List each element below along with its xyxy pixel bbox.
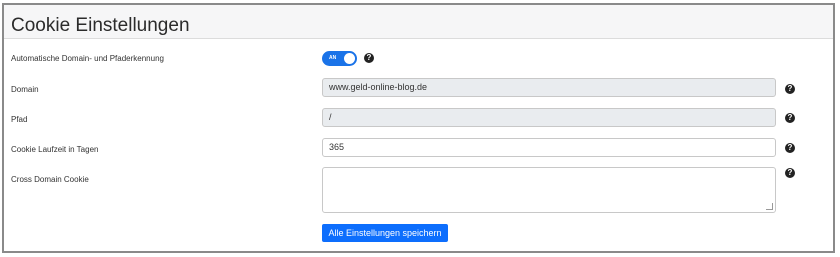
path-label: Pfad bbox=[11, 115, 28, 124]
domain-field[interactable]: www.geld-online-blog.de bbox=[322, 78, 776, 97]
resize-handle-icon[interactable] bbox=[766, 203, 773, 210]
panel-header: Cookie Einstellungen bbox=[4, 5, 833, 39]
cookie-lifetime-label: Cookie Laufzeit in Tagen bbox=[11, 145, 99, 154]
domain-label: Domain bbox=[11, 85, 39, 94]
toggle-state-text: AN bbox=[329, 55, 337, 61]
save-all-settings-button[interactable]: Alle Einstellungen speichern bbox=[322, 224, 448, 242]
help-icon[interactable]: ? bbox=[785, 84, 795, 94]
path-field[interactable]: / bbox=[322, 108, 776, 127]
cross-domain-cookie-label: Cross Domain Cookie bbox=[11, 175, 89, 184]
cross-domain-cookie-textarea[interactable] bbox=[322, 167, 776, 213]
help-icon[interactable]: ? bbox=[785, 168, 795, 178]
help-icon[interactable]: ? bbox=[785, 113, 795, 123]
help-icon[interactable]: ? bbox=[364, 53, 374, 63]
help-icon[interactable]: ? bbox=[785, 143, 795, 153]
page-title: Cookie Einstellungen bbox=[11, 15, 190, 36]
cookie-lifetime-input[interactable]: 365 bbox=[322, 138, 776, 157]
toggle-knob bbox=[344, 53, 355, 64]
cookie-settings-panel: Cookie Einstellungen Automatische Domain… bbox=[2, 3, 835, 253]
auto-detection-toggle[interactable]: AN bbox=[322, 51, 357, 66]
auto-detection-label: Automatische Domain- und Pfaderkennung bbox=[11, 54, 164, 63]
